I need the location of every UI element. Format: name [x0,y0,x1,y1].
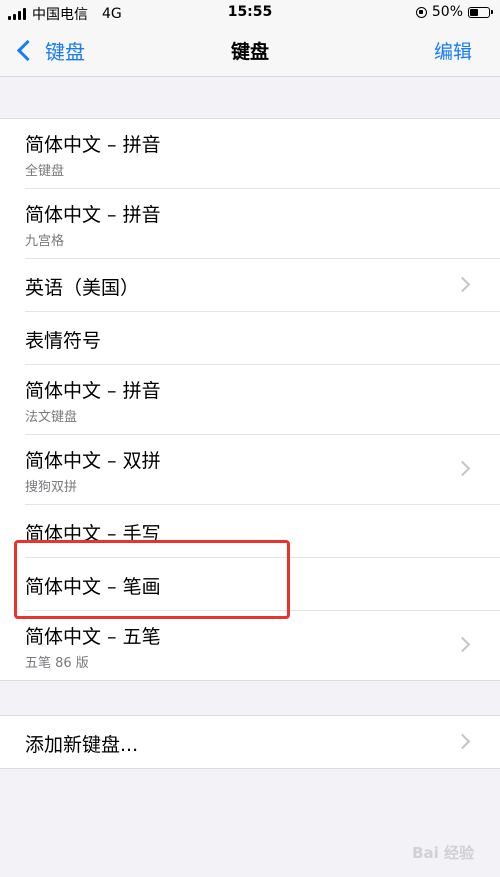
chevron-right-icon [454,460,471,477]
edit-button[interactable]: 编辑 [434,37,472,64]
add-keyboard-button[interactable]: 添加新键盘... [25,716,500,768]
add-keyboard-group: 添加新键盘... [0,715,500,769]
keyboard-item[interactable]: 简体中文 – 拼音 全键盘 [25,119,500,189]
keyboard-item[interactable]: 英语（美国） [25,259,500,312]
battery-percent: 50% [431,4,463,20]
watermark-logo: Bai 经验 [412,844,474,862]
keyboard-subtitle: 法文键盘 [25,410,78,425]
keyboard-list: 简体中文 – 拼音 全键盘 简体中文 – 拼音 九宫格 英语（美国） 表情符号 … [0,118,500,681]
battery-icon [468,6,493,18]
keyboard-title: 简体中文 – 手写 [25,523,161,545]
battery-fill [470,8,478,16]
keyboard-title: 简体中文 – 拼音 [25,204,161,226]
chevron-right-icon [454,276,471,293]
keyboard-item[interactable]: 简体中文 – 拼音 九宫格 [25,189,500,259]
keyboard-item-highlighted[interactable]: 简体中文 – 笔画 [25,558,500,611]
keyboard-item[interactable]: 表情符号 [25,312,500,365]
keyboard-title: 简体中文 – 五笔 [25,626,161,648]
chevron-right-icon [454,636,471,653]
keyboard-item[interactable]: 简体中文 – 五笔 五笔 86 版 [25,611,500,680]
keyboard-item[interactable]: 简体中文 – 手写 [25,505,500,558]
keyboard-subtitle: 全键盘 [25,164,65,179]
keyboard-item[interactable]: 简体中文 – 双拼 搜狗双拼 [25,435,500,505]
keyboard-subtitle: 九宫格 [25,234,65,249]
keyboard-title: 简体中文 – 拼音 [25,134,161,156]
keyboard-title: 简体中文 – 笔画 [25,576,161,598]
keyboard-title: 英语（美国） [25,277,140,299]
status-right: 50% [415,4,493,20]
keyboard-item[interactable]: 简体中文 – 拼音 法文键盘 [25,365,500,435]
keyboard-title: 简体中文 – 拼音 [25,380,161,402]
chevron-right-icon [454,733,471,750]
status-bar: 中国电信 4G 15:55 50% [0,0,500,26]
keyboard-subtitle: 五笔 86 版 [25,656,89,671]
keyboard-subtitle: 搜狗双拼 [25,480,78,495]
orientation-lock-icon [415,6,427,18]
keyboard-title: 表情符号 [25,330,102,352]
keyboard-title: 简体中文 – 双拼 [25,450,161,472]
page-title: 键盘 [230,41,269,63]
navigation-bar: 键盘 键盘 编辑 [0,26,500,77]
add-keyboard-label: 添加新键盘... [25,734,139,756]
